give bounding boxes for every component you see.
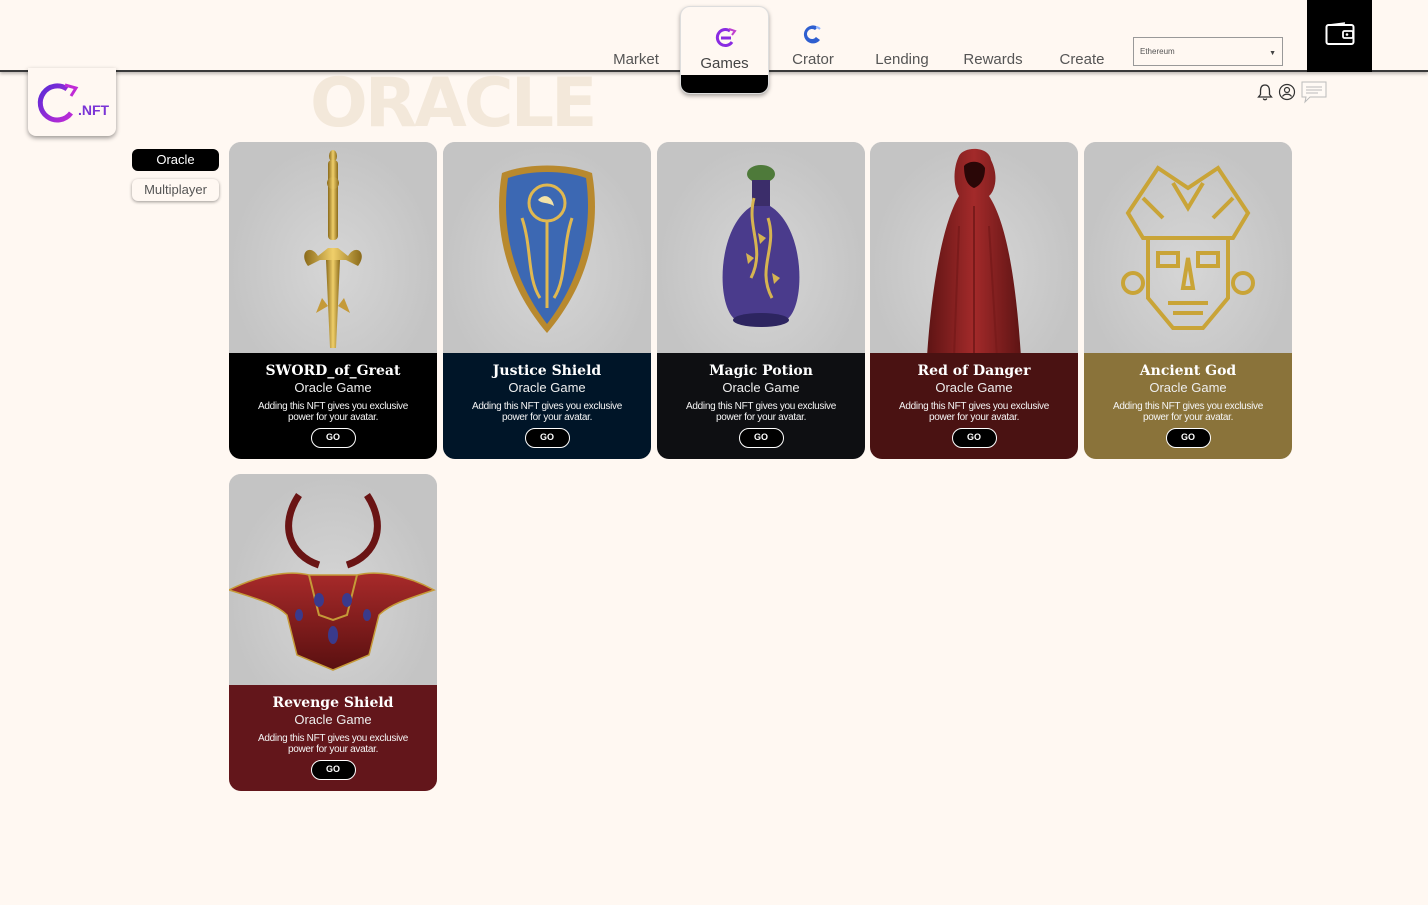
page-title: ORACLE	[310, 64, 597, 143]
go-button[interactable]: GO	[738, 428, 784, 448]
nft-info: SWORD_of_Great Oracle Game Adding this N…	[229, 353, 437, 459]
brand-logo[interactable]: .NFT	[28, 68, 116, 136]
nft-description: Adding this NFT gives you exclusive powe…	[258, 733, 408, 755]
tab-multiplayer[interactable]: Multiplayer	[132, 179, 219, 201]
nft-image	[1084, 142, 1292, 353]
nft-game: Oracle Game	[935, 380, 1013, 395]
go-button[interactable]: GO	[310, 428, 356, 448]
nft-name: Justice Shield	[492, 363, 602, 379]
bell-icon[interactable]	[1256, 83, 1274, 101]
helmet-icon	[229, 492, 436, 671]
nav-market-label: Market	[613, 51, 659, 68]
chat-icon[interactable]	[1300, 80, 1328, 104]
nft-description: Adding this NFT gives you exclusive powe…	[686, 401, 836, 423]
nft-card-revenge-shield[interactable]: Revenge Shield Oracle Game Adding this N…	[229, 474, 437, 791]
wallet-button[interactable]	[1307, 0, 1372, 72]
nav-rewards[interactable]: Rewards	[960, 0, 1026, 72]
nft-info: Justice Shield Oracle Game Adding this N…	[443, 353, 651, 459]
nav-games[interactable]: Games	[680, 6, 769, 94]
tab-oracle[interactable]: Oracle	[132, 149, 219, 171]
header-icons	[1256, 80, 1328, 104]
nft-name: Ancient God	[1139, 363, 1237, 379]
mask-icon	[1121, 164, 1255, 330]
chevron-down-icon: ▼	[1269, 50, 1276, 57]
nft-image	[229, 474, 437, 685]
nft-card-sword[interactable]: SWORD_of_Great Oracle Game Adding this N…	[229, 142, 437, 459]
nav-crator-label: Crator	[792, 51, 834, 68]
network-select-value: Ethereum	[1140, 47, 1175, 56]
nft-name: Red of Danger	[917, 363, 1031, 379]
nft-card-justice-shield[interactable]: Justice Shield Oracle Game Adding this N…	[443, 142, 651, 459]
go-button[interactable]: GO	[951, 428, 997, 448]
go-button[interactable]: GO	[1165, 428, 1211, 448]
games-logo-icon	[712, 27, 738, 53]
nft-description: Adding this NFT gives you exclusive powe…	[472, 401, 622, 423]
nft-name: SWORD_of_Great	[265, 363, 401, 379]
nft-game: Oracle Game	[1149, 380, 1227, 395]
nft-name: Magic Potion	[709, 363, 813, 379]
nft-info: Red of Danger Oracle Game Adding this NF…	[870, 353, 1078, 459]
nft-image	[657, 142, 865, 353]
nft-game: Oracle Game	[294, 380, 372, 395]
nft-name: Revenge Shield	[272, 695, 394, 711]
nft-image	[443, 142, 651, 353]
nft-description: Adding this NFT gives you exclusive powe…	[899, 401, 1049, 423]
nft-game: Oracle Game	[294, 712, 372, 727]
nav-create-label: Create	[1059, 51, 1105, 68]
user-icon[interactable]	[1278, 83, 1296, 101]
nft-info: Magic Potion Oracle Game Adding this NFT…	[657, 353, 865, 459]
brand-logo-text: .NFT	[78, 102, 110, 118]
nft-description: Adding this NFT gives you exclusive powe…	[258, 401, 408, 423]
nft-card-ancient-god[interactable]: Ancient God Oracle Game Adding this NFT …	[1084, 142, 1292, 459]
wallet-icon	[1325, 21, 1355, 51]
nav-rewards-label: Rewards	[963, 51, 1023, 68]
nav-crator[interactable]: Crator	[786, 0, 840, 72]
cloak-icon	[927, 148, 1021, 357]
nav-create[interactable]: Create	[1054, 0, 1110, 72]
nft-info: Revenge Shield Oracle Game Adding this N…	[229, 685, 437, 791]
nav-lending[interactable]: Lending	[870, 0, 934, 72]
nft-card-red-of-danger[interactable]: Red of Danger Oracle Game Adding this NF…	[870, 142, 1078, 459]
shield-icon	[499, 165, 595, 333]
sword-icon	[304, 149, 362, 348]
go-button[interactable]: GO	[524, 428, 570, 448]
nft-game: Oracle Game	[508, 380, 586, 395]
crator-logo-icon	[801, 22, 825, 50]
nft-image	[870, 142, 1078, 357]
nft-info: Ancient God Oracle Game Adding this NFT …	[1084, 353, 1292, 459]
active-indicator	[681, 75, 768, 93]
nft-game: Oracle Game	[722, 380, 800, 395]
potion-icon	[722, 164, 800, 327]
nft-description: Adding this NFT gives you exclusive powe…	[1113, 401, 1263, 423]
network-select[interactable]: Ethereum ▼	[1133, 37, 1283, 66]
nav-games-label: Games	[700, 55, 749, 72]
go-button[interactable]: GO	[310, 760, 356, 780]
brand-logo-icon	[34, 80, 80, 131]
nft-image	[229, 142, 437, 353]
nft-card-magic-potion[interactable]: Magic Potion Oracle Game Adding this NFT…	[657, 142, 865, 459]
nav-lending-label: Lending	[875, 51, 929, 68]
nav-market[interactable]: Market	[604, 0, 668, 72]
